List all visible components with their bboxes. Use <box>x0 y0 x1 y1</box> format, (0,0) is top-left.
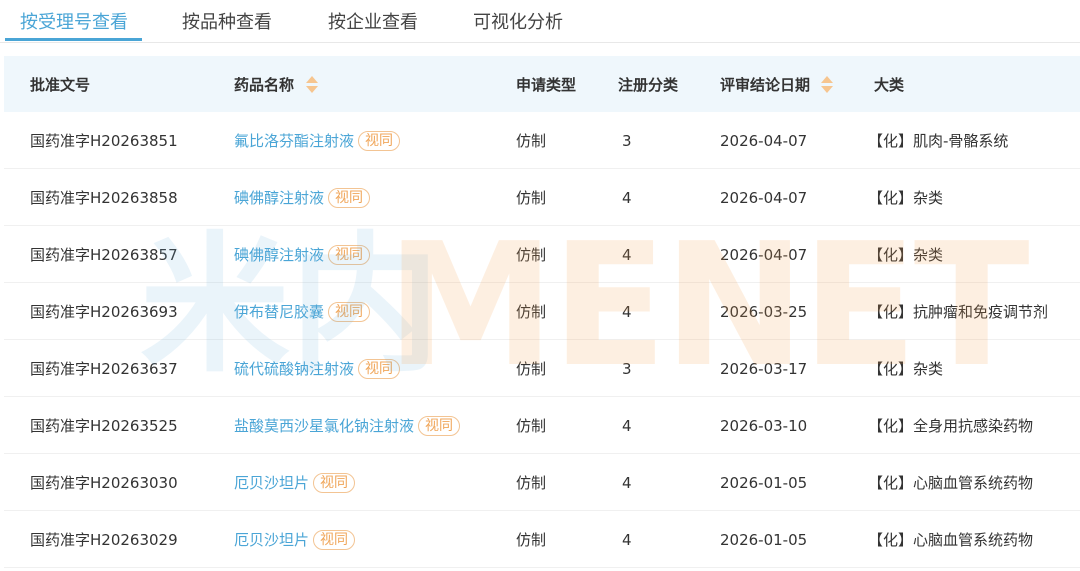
cell-drug-name: 碘佛醇注射液 视同 <box>234 244 371 266</box>
cell-drug-name: 盐酸莫西沙星氯化钠注射液 视同 <box>234 415 461 437</box>
column-header-registration-class: 注册分类 <box>618 76 679 94</box>
cell-approval-number: 国药准字H20263637 <box>30 360 178 378</box>
cell-drug-name: 氟比洛芬酯注射液 视同 <box>234 130 401 152</box>
column-header-drug-name[interactable]: 药品名称 <box>234 74 318 96</box>
cell-registration-class: 4 <box>622 531 632 549</box>
cell-review-date: 2026-03-25 <box>720 303 808 321</box>
cell-category: 【化】抗肿瘤和免疫调节剂 <box>868 303 1049 321</box>
cell-category: 【化】全身用抗感染药物 <box>868 417 1034 435</box>
table-row: 国药准字H20263858 碘佛醇注射液 视同 仿制 4 2026-04-07 【化】杂类 <box>4 169 1080 226</box>
view-tabs: 按受理号查看 按品种查看 按企业查看 可视化分析 <box>0 0 1080 43</box>
tab-by-company[interactable]: 按企业查看 <box>328 8 418 43</box>
cell-drug-name: 硫代硫酸钠注射液 视同 <box>234 358 401 380</box>
cell-application-type: 仿制 <box>516 531 547 549</box>
cell-drug-name: 厄贝沙坦片 视同 <box>234 529 356 551</box>
cell-approval-number: 国药准字H20263858 <box>30 189 178 207</box>
cell-review-date: 2026-04-07 <box>720 132 808 150</box>
cell-category: 【化】杂类 <box>868 189 944 207</box>
drug-name-link[interactable]: 硫代硫酸钠注射液 <box>234 360 354 378</box>
cell-application-type: 仿制 <box>516 303 547 321</box>
cell-registration-class: 4 <box>622 246 632 264</box>
table-row: 国药准字H20263857 碘佛醇注射液 视同 仿制 4 2026-04-07 【化】杂类 <box>4 226 1080 283</box>
cell-drug-name: 伊布替尼胶囊 视同 <box>234 301 371 323</box>
equivalence-badge: 视同 <box>328 245 371 265</box>
sort-icon[interactable] <box>306 76 318 94</box>
cell-registration-class: 4 <box>622 189 632 207</box>
cell-approval-number: 国药准字H20263525 <box>30 417 178 435</box>
drug-name-link[interactable]: 厄贝沙坦片 <box>234 474 309 492</box>
column-header-review-date[interactable]: 评审结论日期 <box>720 74 833 96</box>
cell-registration-class: 3 <box>622 360 632 378</box>
cell-category: 【化】肌肉-骨骼系统 <box>868 132 1009 150</box>
cell-category: 【化】心脑血管系统药物 <box>868 474 1034 492</box>
cell-application-type: 仿制 <box>516 246 547 264</box>
column-header-label: 评审结论日期 <box>720 76 811 94</box>
equivalence-badge: 视同 <box>328 188 371 208</box>
equivalence-badge: 视同 <box>358 359 401 379</box>
cell-category: 【化】杂类 <box>868 360 944 378</box>
cell-review-date: 2026-04-07 <box>720 246 808 264</box>
drug-name-link[interactable]: 氟比洛芬酯注射液 <box>234 132 354 150</box>
equivalence-badge: 视同 <box>358 131 401 151</box>
cell-registration-class: 4 <box>622 417 632 435</box>
cell-approval-number: 国药准字H20263030 <box>30 474 178 492</box>
equivalence-badge: 视同 <box>313 473 356 493</box>
drug-name-link[interactable]: 盐酸莫西沙星氯化钠注射液 <box>234 417 414 435</box>
sort-icon[interactable] <box>821 76 833 94</box>
cell-application-type: 仿制 <box>516 360 547 378</box>
cell-registration-class: 4 <box>622 474 632 492</box>
cell-category: 【化】杂类 <box>868 246 944 264</box>
cell-review-date: 2026-04-07 <box>720 189 808 207</box>
drug-name-link[interactable]: 碘佛醇注射液 <box>234 246 324 264</box>
cell-drug-name: 碘佛醇注射液 视同 <box>234 187 371 209</box>
drug-name-link[interactable]: 厄贝沙坦片 <box>234 531 309 549</box>
cell-drug-name: 厄贝沙坦片 视同 <box>234 472 356 494</box>
cell-application-type: 仿制 <box>516 474 547 492</box>
cell-registration-class: 4 <box>622 303 632 321</box>
cell-registration-class: 3 <box>622 132 632 150</box>
cell-approval-number: 国药准字H20263693 <box>30 303 178 321</box>
equivalence-badge: 视同 <box>313 530 356 550</box>
drug-name-link[interactable]: 伊布替尼胶囊 <box>234 303 324 321</box>
table-row: 国药准字H20263637 硫代硫酸钠注射液 视同 仿制 3 2026-03-17 【化】杂… <box>4 340 1080 397</box>
cell-category: 【化】心脑血管系统药物 <box>868 531 1034 549</box>
cell-application-type: 仿制 <box>516 417 547 435</box>
cell-review-date: 2026-01-05 <box>720 474 808 492</box>
cell-application-type: 仿制 <box>516 189 547 207</box>
tab-visual-analysis[interactable]: 可视化分析 <box>473 8 563 43</box>
table-row: 国药准字H20263525 盐酸莫西沙星氯化钠注射液 视同 仿制 4 2026-03-10… <box>4 397 1080 454</box>
table-row: 国药准字H20263030 厄贝沙坦片 视同 仿制 4 2026-01-05 【化】心脑血管… <box>4 454 1080 511</box>
cell-approval-number: 国药准字H20263029 <box>30 531 178 549</box>
table-row: 国药准字H20263029 厄贝沙坦片 视同 仿制 4 2026-01-05 【化】心脑血管… <box>4 511 1080 568</box>
equivalence-badge: 视同 <box>418 416 461 436</box>
column-header-label: 药品名称 <box>234 76 295 94</box>
table-header: 批准文号 药品名称 申请类型 注册分类 评审结论日期 大类 <box>4 56 1080 112</box>
cell-application-type: 仿制 <box>516 132 547 150</box>
tab-by-variety[interactable]: 按品种查看 <box>182 8 272 43</box>
drug-name-link[interactable]: 碘佛醇注射液 <box>234 189 324 207</box>
column-header-category: 大类 <box>874 76 905 94</box>
column-header-approval-number: 批准文号 <box>30 76 91 94</box>
cell-review-date: 2026-03-10 <box>720 417 808 435</box>
column-header-application-type: 申请类型 <box>516 76 577 94</box>
cell-review-date: 2026-03-17 <box>720 360 808 378</box>
cell-approval-number: 国药准字H20263851 <box>30 132 178 150</box>
table-row: 国药准字H20263693 伊布替尼胶囊 视同 仿制 4 2026-03-25 【化】抗肿瘤… <box>4 283 1080 340</box>
page: 按受理号查看 按品种查看 按企业查看 可视化分析 批准文号 药品名称 申请类型 … <box>0 0 1080 571</box>
cell-approval-number: 国药准字H20263857 <box>30 246 178 264</box>
equivalence-badge: 视同 <box>328 302 371 322</box>
table-row: 国药准字H20263851 氟比洛芬酯注射液 视同 仿制 3 2026-04-07 【化】肌… <box>4 112 1080 169</box>
approval-table: 批准文号 药品名称 申请类型 注册分类 评审结论日期 大类 国药准字H20263… <box>4 56 1080 568</box>
active-tab-indicator <box>5 38 142 41</box>
cell-review-date: 2026-01-05 <box>720 531 808 549</box>
